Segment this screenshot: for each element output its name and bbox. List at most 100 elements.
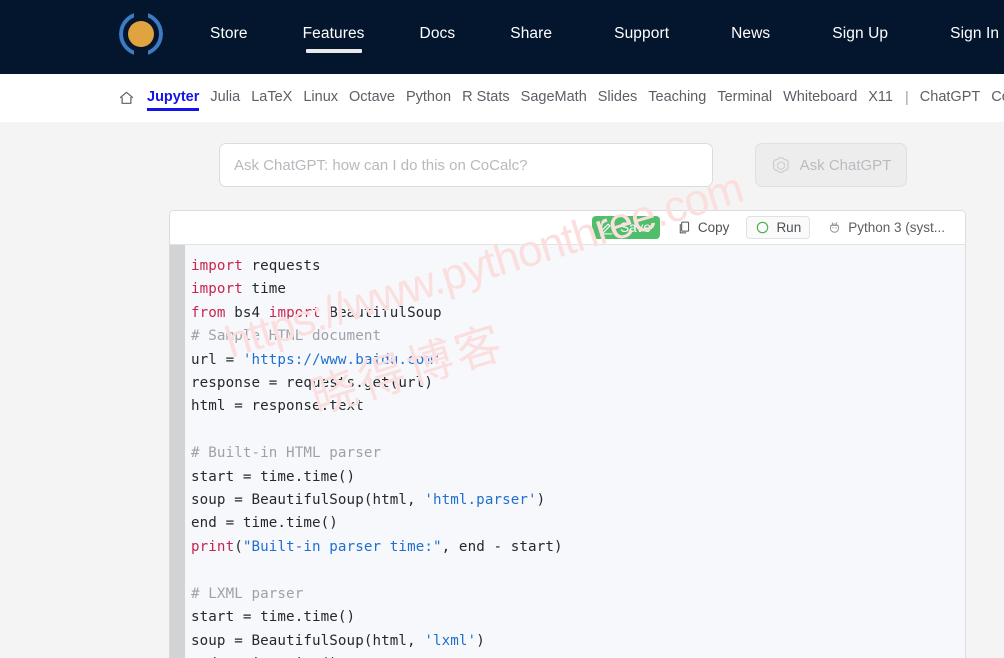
- subnav-item-chatgpt[interactable]: ChatGPT: [920, 89, 980, 108]
- code-line: start = time.time(): [191, 466, 965, 489]
- subnav-item-x11[interactable]: X11: [868, 89, 893, 108]
- code-token: ): [536, 492, 546, 509]
- subnav-item-slides[interactable]: Slides: [598, 89, 638, 108]
- nav-link-store[interactable]: Store: [210, 25, 248, 49]
- nav-link-docs[interactable]: Docs: [420, 25, 456, 49]
- code-editor-panel: Save Copy Run Python 3 (syst... import r…: [169, 210, 966, 658]
- subnav-separator: |: [905, 90, 909, 106]
- code-line: import time: [191, 278, 965, 301]
- nav-link-sign-in[interactable]: Sign In: [950, 25, 999, 49]
- code-token: BeautifulSoup: [320, 304, 442, 321]
- subnav-item-compare[interactable]: Compare: [991, 89, 1004, 108]
- code-token: response = requests.get(url): [191, 375, 433, 392]
- code-token: time: [242, 281, 287, 298]
- python-kernel-icon: [830, 221, 840, 233]
- code-line: print("Built-in parser time:", end - sta…: [191, 536, 965, 559]
- code-token: url =: [191, 351, 243, 368]
- subnav-item-sagemath[interactable]: SageMath: [521, 89, 587, 108]
- code-token: import: [191, 281, 243, 298]
- code-line: # Sample HTML document: [191, 325, 965, 348]
- code-token: , end - start): [441, 538, 563, 555]
- top-nav-links: Store Features Docs Share Support News S…: [210, 25, 1004, 53]
- nav-link-sign-up[interactable]: Sign Up: [832, 25, 888, 49]
- code-line: from bs4 import BeautifulSoup: [191, 302, 965, 325]
- run-button-label: Run: [776, 220, 802, 235]
- subnav-item-julia[interactable]: Julia: [210, 89, 240, 108]
- subnav-item-octave[interactable]: Octave: [349, 89, 395, 108]
- code-token: # LXML parser: [191, 585, 304, 602]
- code-token: import: [191, 258, 243, 274]
- ask-chatgpt-input[interactable]: [219, 143, 713, 187]
- subnav-item-linux[interactable]: Linux: [303, 89, 338, 108]
- openai-icon: [772, 157, 789, 173]
- nav-link-support[interactable]: Support: [614, 25, 669, 49]
- subnav-item-jupyter[interactable]: Jupyter: [147, 89, 200, 111]
- secondary-navigation-bar: Jupyter Julia LaTeX Linux Octave Python …: [0, 74, 1004, 122]
- home-icon[interactable]: [118, 90, 135, 106]
- ask-chatgpt-button[interactable]: Ask ChatGPT: [755, 143, 907, 187]
- kernel-selector[interactable]: Python 3 (syst...: [819, 216, 953, 239]
- code-area[interactable]: import requests import time from bs4 impor…: [170, 244, 965, 658]
- code-token: 'https://www.baidu.com': [242, 351, 442, 368]
- subnav-item-whiteboard[interactable]: Whiteboard: [783, 89, 857, 108]
- pencil-icon: [600, 223, 613, 235]
- top-navigation-bar: Store Features Docs Share Support News S…: [0, 0, 1004, 74]
- code-token: requests: [242, 258, 321, 274]
- code-token: soup = BeautifulSoup(html,: [191, 492, 425, 509]
- code-line: soup = BeautifulSoup(html, 'lxml'): [191, 630, 965, 653]
- code-token: "Built-in parser time:": [242, 538, 442, 555]
- code-token: start = time.time(): [191, 609, 356, 626]
- code-token: 'lxml': [424, 632, 477, 649]
- code-line: # LXML parser: [191, 583, 965, 606]
- code-line: response = requests.get(url): [191, 372, 965, 395]
- ask-chatgpt-row: Ask ChatGPT: [0, 143, 1004, 189]
- code-token: print: [191, 538, 235, 555]
- nav-link-features[interactable]: Features: [303, 25, 365, 53]
- code-token: ): [476, 632, 485, 649]
- code-token: (: [234, 538, 243, 555]
- editor-toolbar: Save Copy Run Python 3 (syst...: [170, 211, 965, 244]
- code-token: start = time.time(): [191, 468, 356, 485]
- copy-button-label: Copy: [697, 220, 730, 235]
- secondary-nav-items: Jupyter Julia LaTeX Linux Octave Python …: [118, 89, 1004, 111]
- code-token: bs4: [225, 304, 269, 321]
- code-line: start = time.time(): [191, 606, 965, 629]
- subnav-item-latex[interactable]: LaTeX: [251, 89, 292, 108]
- nav-link-news[interactable]: News: [731, 25, 770, 49]
- code-token: 'html.parser': [424, 492, 537, 509]
- code-line: soup = BeautifulSoup(html, 'html.parser'…: [191, 489, 965, 512]
- subnav-item-teaching[interactable]: Teaching: [648, 89, 706, 108]
- code-line: html = response.text: [191, 395, 965, 418]
- copy-button[interactable]: Copy: [669, 216, 738, 239]
- cocalc-logo[interactable]: [118, 11, 170, 63]
- ask-chatgpt-button-label: Ask ChatGPT: [799, 156, 892, 174]
- code-line: end = time.time(): [191, 653, 965, 658]
- code-line: import requests: [191, 255, 965, 278]
- logo-core-circle: [128, 21, 154, 47]
- code-content[interactable]: import requests import time from bs4 impor…: [185, 245, 965, 658]
- code-line: # Built-in HTML parser: [191, 442, 965, 465]
- code-token: from: [191, 304, 226, 321]
- editor-gutter: [170, 245, 185, 658]
- code-token: # Sample HTML document: [191, 328, 382, 345]
- nav-link-share[interactable]: Share: [510, 25, 552, 49]
- play-circle-icon: [757, 221, 769, 234]
- copy-icon: [679, 221, 689, 234]
- code-token: # Built-in HTML parser: [191, 445, 382, 462]
- code-line: end = time.time(): [191, 512, 965, 535]
- save-button[interactable]: Save: [592, 216, 660, 239]
- page-root: Store Features Docs Share Support News S…: [0, 0, 1004, 658]
- save-button-label: Save: [620, 220, 651, 235]
- code-token: import: [268, 304, 321, 321]
- code-token: end = time.time(): [191, 515, 338, 532]
- subnav-item-terminal[interactable]: Terminal: [717, 89, 772, 108]
- subnav-item-python[interactable]: Python: [406, 89, 451, 108]
- subnav-item-r-stats[interactable]: R Stats: [462, 89, 510, 108]
- code-token: html = response.text: [191, 398, 364, 415]
- code-token: soup = BeautifulSoup(html,: [191, 632, 425, 649]
- kernel-selector-label: Python 3 (syst...: [848, 220, 945, 235]
- code-line: url = 'https://www.baidu.com': [191, 349, 965, 372]
- run-button[interactable]: Run: [746, 216, 811, 239]
